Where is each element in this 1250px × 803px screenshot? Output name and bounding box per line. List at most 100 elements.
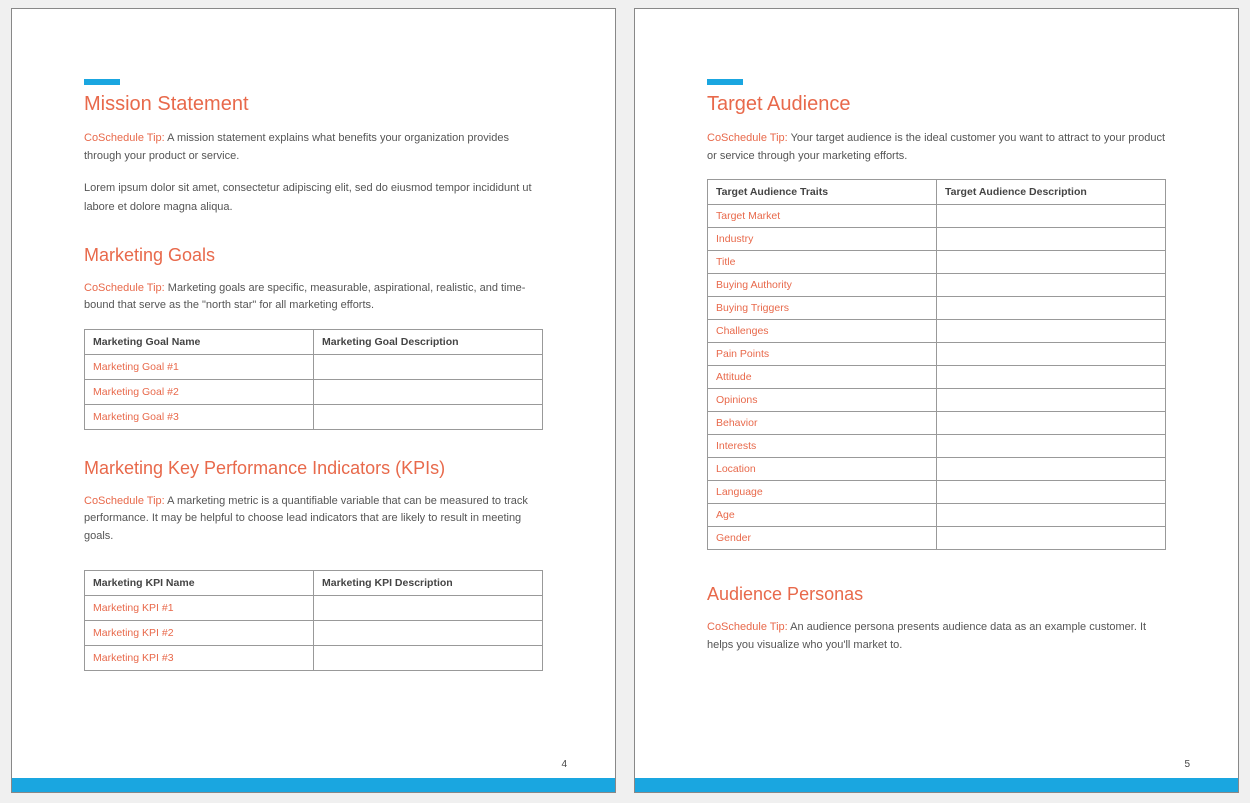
kpis-tip: CoSchedule Tip: A marketing metric is a … (84, 493, 543, 546)
table-cell-name: Marketing Goal #1 (85, 354, 314, 379)
table-cell-name: Marketing KPI #1 (85, 595, 314, 620)
marketing-kpis-heading: Marketing Key Performance Indicators (KP… (84, 458, 543, 479)
tip-label: CoSchedule Tip: (84, 282, 165, 294)
table-row: Pain Points (708, 343, 1166, 366)
table-cell-desc (937, 366, 1166, 389)
table-row: Target Market (708, 205, 1166, 228)
table-header: Target Audience Description (937, 180, 1166, 205)
page-number: 5 (1184, 759, 1190, 770)
page-content: Target Audience CoSchedule Tip: Your tar… (635, 9, 1238, 778)
table-row: Marketing Goal #2 (85, 379, 543, 404)
table-row: Marketing KPI #3 (85, 645, 543, 670)
table-row: Gender (708, 527, 1166, 550)
table-row: Industry (708, 228, 1166, 251)
table-cell-desc (937, 412, 1166, 435)
accent-bar (84, 79, 120, 85)
tip-label: CoSchedule Tip: (84, 132, 165, 144)
table-cell-desc (314, 404, 543, 429)
table-cell-name: Marketing Goal #3 (85, 404, 314, 429)
tip-label: CoSchedule Tip: (707, 132, 788, 144)
table-cell-name: Opinions (708, 389, 937, 412)
table-cell-name: Interests (708, 435, 937, 458)
table-cell-desc (314, 645, 543, 670)
page-number: 4 (561, 759, 567, 770)
table-cell-desc (937, 297, 1166, 320)
table-cell-desc (314, 354, 543, 379)
table-cell-name: Behavior (708, 412, 937, 435)
audience-personas-heading: Audience Personas (707, 584, 1166, 605)
table-header: Target Audience Traits (708, 180, 937, 205)
personas-tip: CoSchedule Tip: An audience persona pres… (707, 619, 1166, 654)
document-page-4: Mission Statement CoSchedule Tip: A miss… (11, 8, 616, 793)
accent-bar (707, 79, 743, 85)
target-audience-table: Target Audience Traits Target Audience D… (707, 179, 1166, 550)
table-cell-name: Title (708, 251, 937, 274)
table-cell-name: Marketing KPI #3 (85, 645, 314, 670)
target-tbody: Target MarketIndustryTitleBuying Authori… (708, 205, 1166, 550)
table-cell-name: Marketing KPI #2 (85, 620, 314, 645)
table-cell-desc (937, 481, 1166, 504)
table-cell-name: Age (708, 504, 937, 527)
table-row: Attitude (708, 366, 1166, 389)
table-cell-name: Language (708, 481, 937, 504)
table-cell-name: Marketing Goal #2 (85, 379, 314, 404)
table-cell-desc (937, 527, 1166, 550)
table-row: Marketing KPI #1 (85, 595, 543, 620)
table-row: Buying Triggers (708, 297, 1166, 320)
tip-label: CoSchedule Tip: (707, 621, 788, 633)
table-cell-desc (314, 595, 543, 620)
table-row: Behavior (708, 412, 1166, 435)
table-row: Marketing Goal #3 (85, 404, 543, 429)
table-cell-desc (937, 435, 1166, 458)
table-cell-name: Location (708, 458, 937, 481)
table-row: Language (708, 481, 1166, 504)
table-cell-desc (937, 458, 1166, 481)
table-row: Challenges (708, 320, 1166, 343)
page-footer-bar (635, 778, 1238, 792)
table-row: Interests (708, 435, 1166, 458)
table-header: Marketing KPI Description (314, 570, 543, 595)
table-header: Marketing Goal Name (85, 329, 314, 354)
table-header: Marketing Goal Description (314, 329, 543, 354)
target-audience-heading: Target Audience (707, 93, 1166, 116)
table-cell-desc (937, 343, 1166, 366)
target-tip: CoSchedule Tip: Your target audience is … (707, 130, 1166, 165)
page-footer-bar (12, 778, 615, 792)
table-cell-desc (937, 228, 1166, 251)
marketing-goals-heading: Marketing Goals (84, 245, 543, 266)
table-row: Title (708, 251, 1166, 274)
table-cell-desc (314, 379, 543, 404)
tip-label: CoSchedule Tip: (84, 495, 165, 507)
kpis-tbody: Marketing KPI #1Marketing KPI #2Marketin… (85, 595, 543, 670)
table-row: Marketing Goal #1 (85, 354, 543, 379)
table-cell-name: Attitude (708, 366, 937, 389)
table-cell-name: Gender (708, 527, 937, 550)
goals-tip: CoSchedule Tip: Marketing goals are spec… (84, 280, 543, 315)
table-cell-name: Target Market (708, 205, 937, 228)
table-row: Marketing KPI #2 (85, 620, 543, 645)
goals-tbody: Marketing Goal #1Marketing Goal #2Market… (85, 354, 543, 429)
marketing-goals-table: Marketing Goal Name Marketing Goal Descr… (84, 329, 543, 430)
table-cell-name: Buying Triggers (708, 297, 937, 320)
table-row: Buying Authority (708, 274, 1166, 297)
marketing-kpis-table: Marketing KPI Name Marketing KPI Descrip… (84, 570, 543, 671)
table-row: Location (708, 458, 1166, 481)
page-content: Mission Statement CoSchedule Tip: A miss… (12, 9, 615, 778)
table-cell-desc (937, 320, 1166, 343)
table-cell-desc (937, 274, 1166, 297)
mission-statement-heading: Mission Statement (84, 93, 543, 116)
table-cell-name: Challenges (708, 320, 937, 343)
mission-body: Lorem ipsum dolor sit amet, consectetur … (84, 179, 543, 216)
table-cell-desc (937, 389, 1166, 412)
table-header: Marketing KPI Name (85, 570, 314, 595)
table-row: Opinions (708, 389, 1166, 412)
table-cell-desc (937, 504, 1166, 527)
table-cell-desc (937, 205, 1166, 228)
table-cell-name: Buying Authority (708, 274, 937, 297)
table-cell-desc (314, 620, 543, 645)
table-cell-name: Pain Points (708, 343, 937, 366)
document-page-5: Target Audience CoSchedule Tip: Your tar… (634, 8, 1239, 793)
table-row: Age (708, 504, 1166, 527)
mission-tip: CoSchedule Tip: A mission statement expl… (84, 130, 543, 165)
table-cell-name: Industry (708, 228, 937, 251)
